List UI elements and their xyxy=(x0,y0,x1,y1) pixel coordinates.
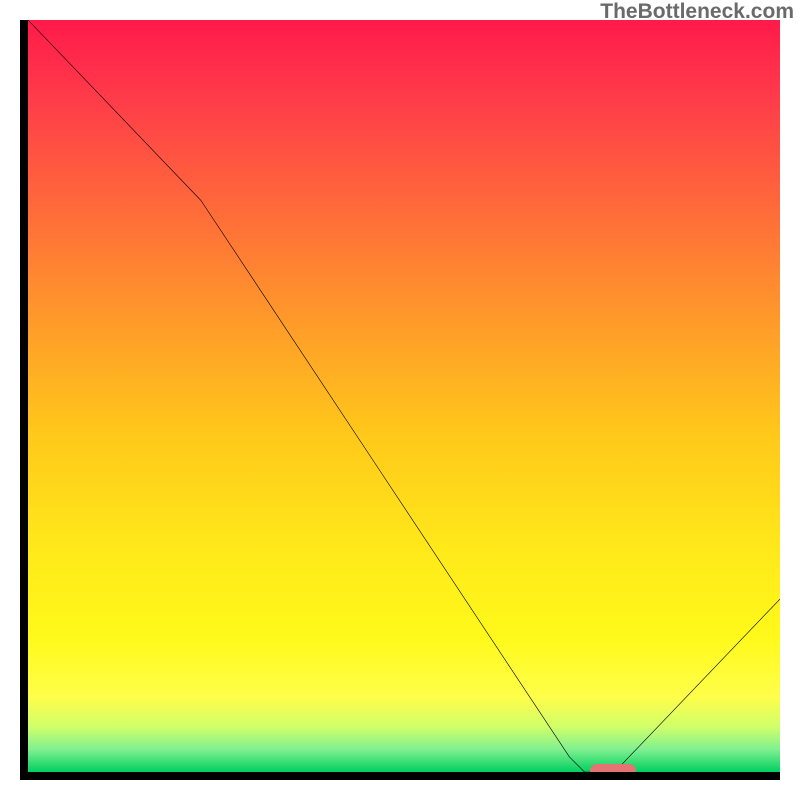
chart-container: TheBottleneck.com xyxy=(0,0,800,800)
bottleneck-curve-path xyxy=(28,20,780,772)
curve-svg xyxy=(28,20,780,772)
plot-area xyxy=(20,20,780,780)
optimal-marker xyxy=(590,764,636,778)
